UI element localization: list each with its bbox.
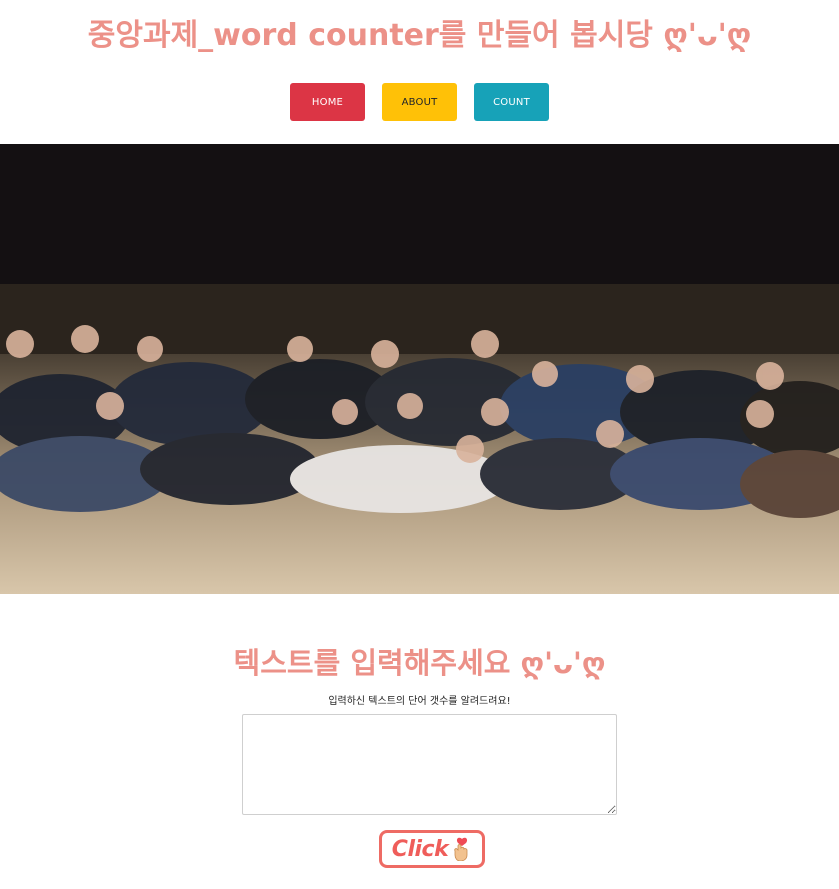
hero-group-photo (0, 144, 839, 594)
about-button[interactable]: ABOUT (382, 83, 457, 121)
home-button[interactable]: HOME (290, 83, 365, 121)
click-button-label: Click (391, 836, 449, 862)
click-button[interactable]: Click (379, 830, 485, 868)
hand-heart-icon (450, 837, 472, 862)
text-input[interactable] (242, 714, 617, 815)
group-photo-image (0, 144, 839, 594)
page-title: 중앙과제_word counter를 만들어 봅시당 ღ'ᴗ'ღ (87, 18, 752, 53)
counter-title: 텍스트를 입력해주세요 ღ'ᴗ'ღ (233, 646, 606, 680)
counter-subtitle: 입력하신 텍스트의 단어 갯수를 알려드려요! (328, 696, 511, 707)
nav-bar: HOME ABOUT COUNT (0, 83, 839, 121)
count-button[interactable]: COUNT (474, 83, 549, 121)
